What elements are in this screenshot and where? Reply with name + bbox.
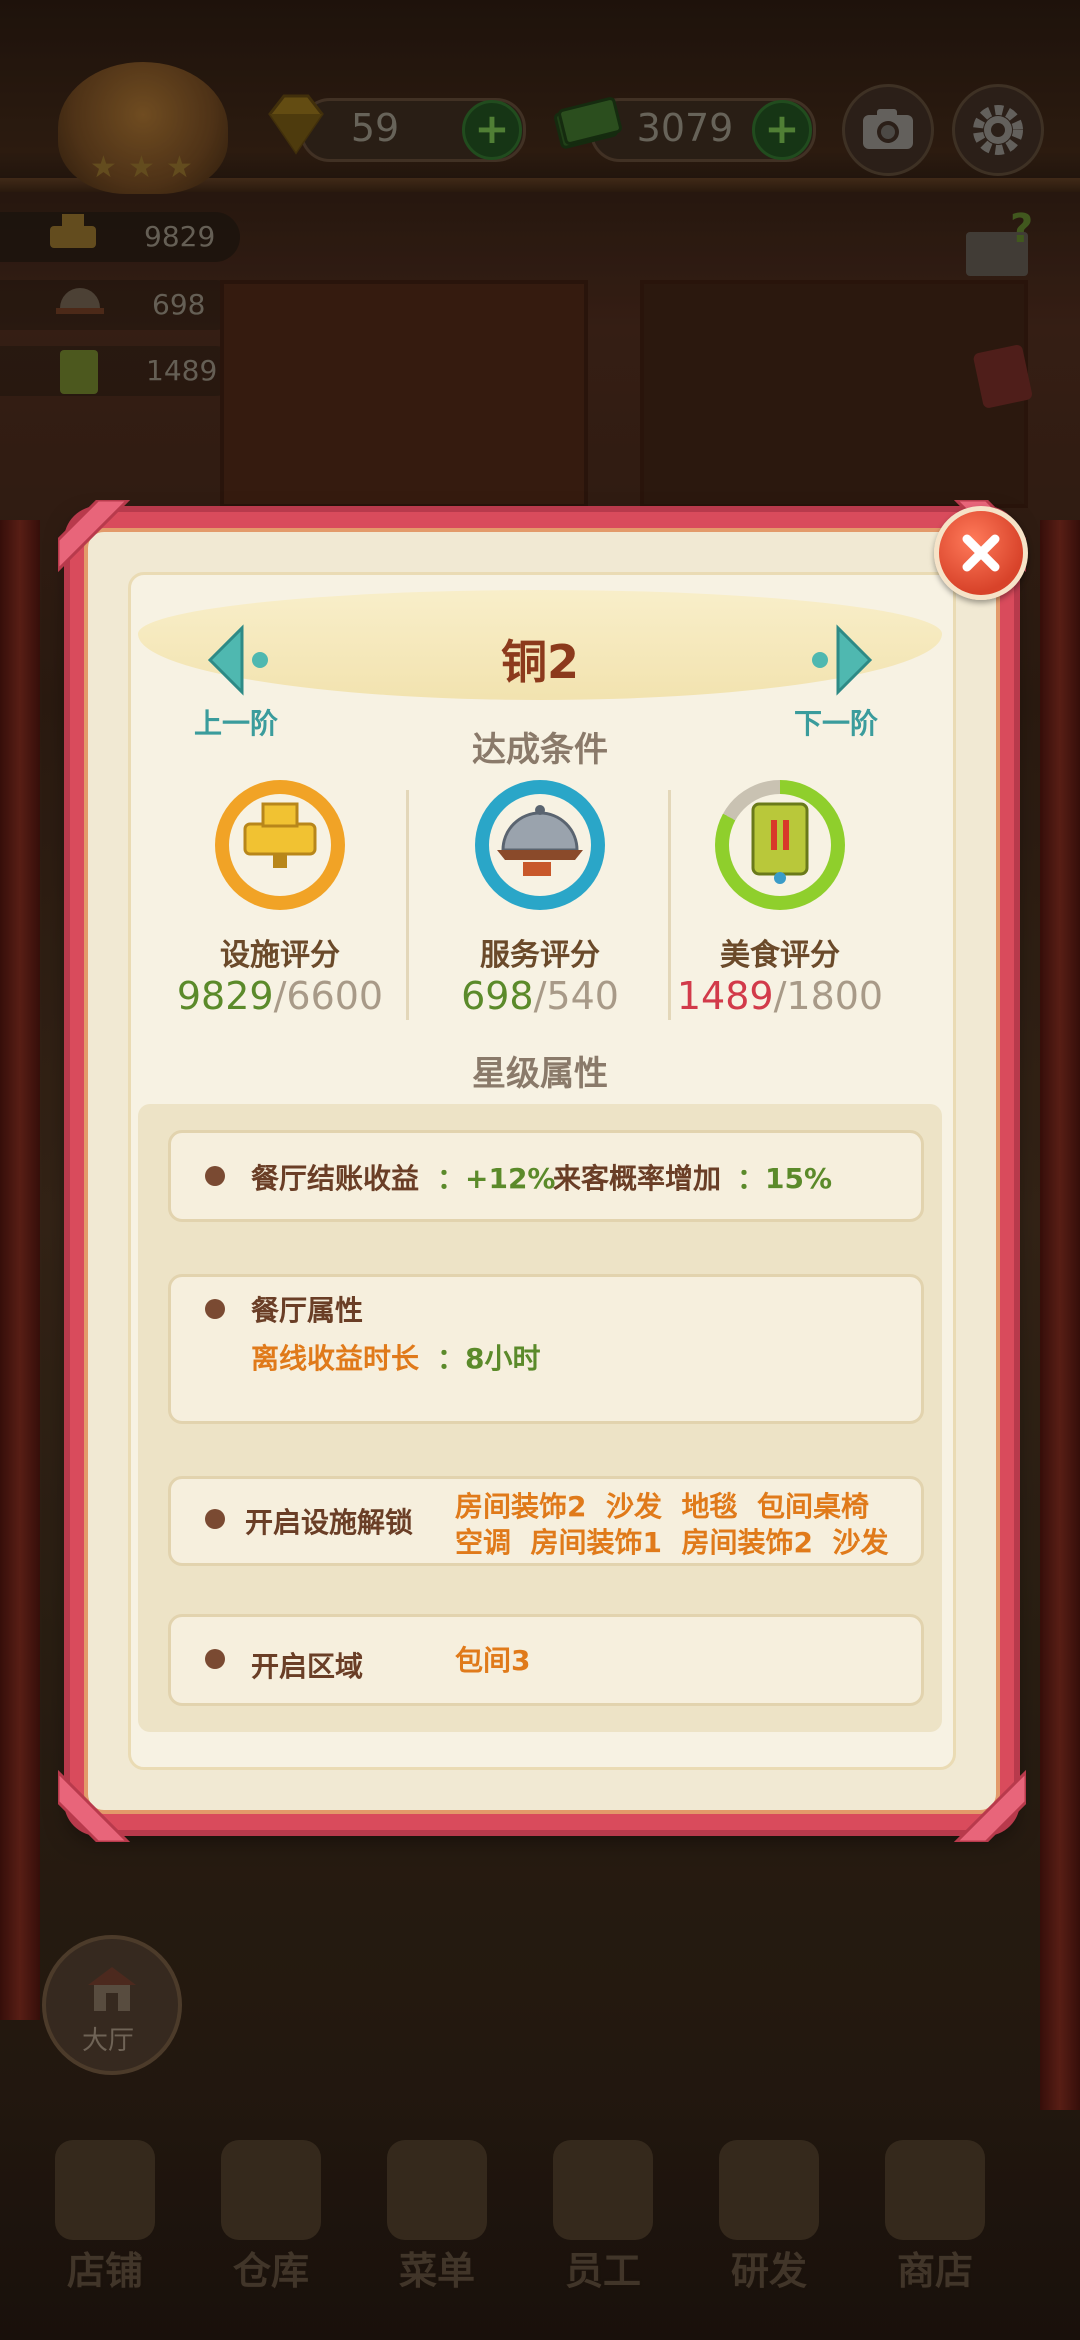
attributes-heading: 星级属性 [472,1054,608,1094]
score-column: 美食评分 1489/1800 [660,780,900,1020]
offline-income-value: ：8小时 [437,1342,541,1375]
offline-income-label: 离线收益时长 [251,1342,420,1375]
bullet-dot [205,1649,225,1669]
score-value: 698/540 [420,974,660,1018]
score-progress-ring [215,780,345,910]
facility-unlock-list-line1: 房间装饰2 沙发 地毯 包间桌椅 [455,1490,869,1523]
chevron-left-icon [207,624,244,696]
facility-unlock-row: 开启设施解锁 房间装饰2 沙发 地毯 包间桌椅 空调 房间装饰1 房间装饰2 沙… [168,1476,924,1566]
prev-rank-label[interactable]: 上一阶 [194,702,278,742]
facility-unlock-list-line2: 空调 房间装饰1 房间装饰2 沙发 [455,1526,889,1559]
visitor-rate-label: 来客概率增加 [553,1162,722,1195]
rank-title: 铜2 [500,635,579,689]
score-current: 1489 [676,974,774,1018]
score-name: 美食评分 [720,938,840,973]
golden-wok-icon [243,802,317,868]
score-current: 9829 [176,974,274,1018]
score-progress-ring [475,780,605,910]
next-rank-button[interactable] [800,620,880,700]
serving-tray-icon [497,805,583,876]
restaurant-attribute-row: 餐厅属性 离线收益时长 ：8小时 [168,1274,924,1424]
open-area-row: 开启区域 包间3 [168,1614,924,1706]
restaurant-attr-label: 餐厅属性 [251,1294,364,1327]
score-value: 1489/1800 [660,974,900,1018]
next-rank-label[interactable]: 下一阶 [794,702,878,742]
bullet-dot [205,1299,225,1319]
score-current: 698 [461,974,534,1018]
close-icon [962,534,1000,572]
score-name: 设施评分 [220,938,340,973]
income-label: 餐厅结账收益 [251,1162,420,1195]
bullet-dot [205,1166,225,1186]
score-target: /1800 [773,974,884,1018]
score-column: 设施评分 9829/6600 [160,780,400,1020]
open-area-label: 开启区域 [251,1650,364,1683]
conditions-heading: 达成条件 [472,730,608,770]
corner-ribbon [58,500,131,573]
score-column: 服务评分 698/540 [420,780,660,1020]
score-target: /6600 [273,974,384,1018]
recipe-book-icon [751,802,809,884]
score-name: 服务评分 [480,938,600,973]
column-divider [406,790,409,1020]
open-area-value: 包间3 [455,1644,531,1677]
score-target: /540 [533,974,619,1018]
score-value: 9829/6600 [160,974,400,1018]
chevron-right-icon [836,624,873,696]
prev-rank-button[interactable] [200,620,280,700]
bullet-dot [205,1509,225,1529]
visitor-rate-value: ：15% [737,1162,833,1195]
score-progress-ring [715,780,845,910]
corner-ribbon [58,1769,131,1842]
income-value: ：+12% [437,1162,556,1195]
corner-ribbon [953,1769,1026,1842]
close-button[interactable] [934,506,1028,600]
income-attribute-row: 餐厅结账收益 ：+12% 来客概率增加 ：15% [168,1130,924,1222]
facility-unlock-label: 开启设施解锁 [245,1506,414,1539]
